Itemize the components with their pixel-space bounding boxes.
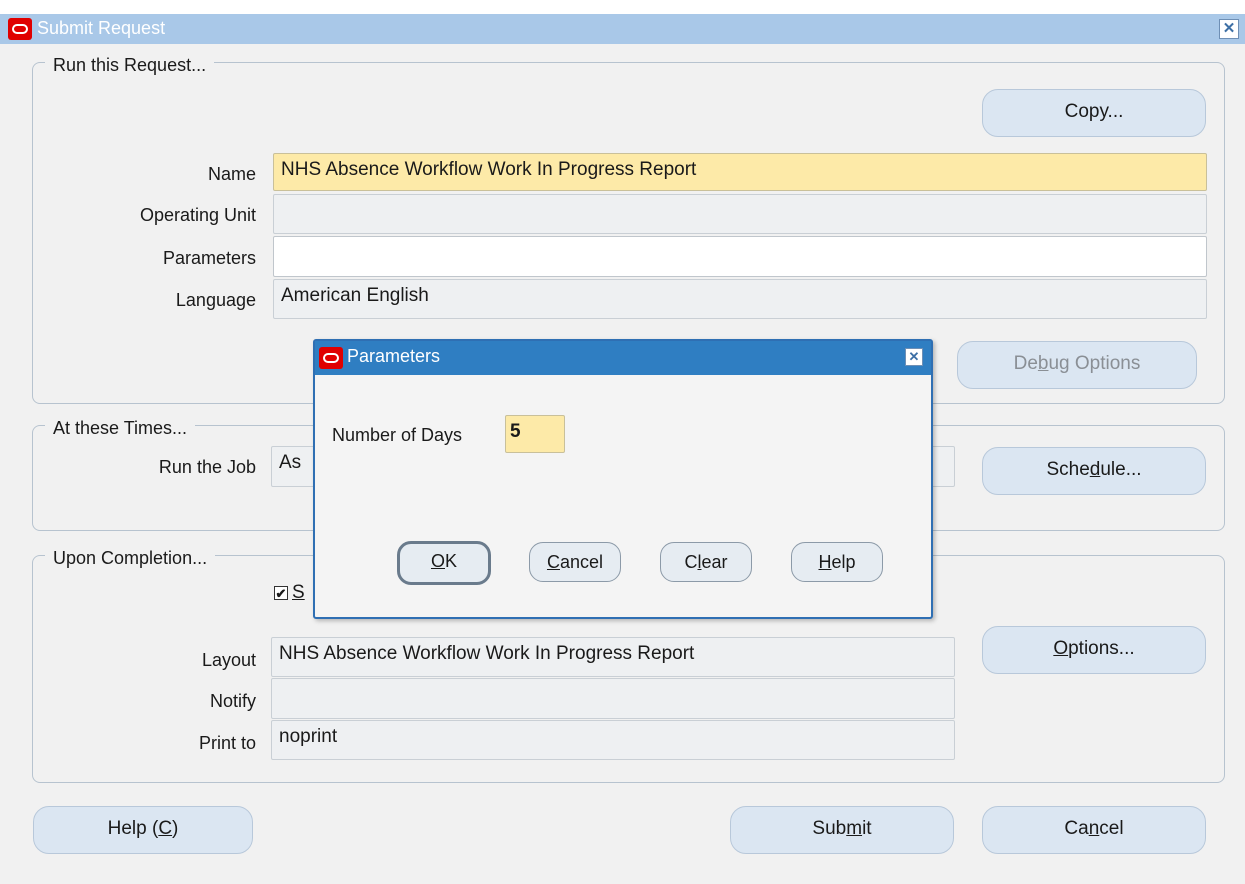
language-field[interactable]: American English xyxy=(273,279,1207,319)
clear-button[interactable]: Clear xyxy=(660,542,752,582)
completion-legend: Upon Completion... xyxy=(45,548,216,569)
parameters-label: Parameters xyxy=(162,248,256,268)
layout-field[interactable]: NHS Absence Workflow Work In Progress Re… xyxy=(271,637,955,677)
submit-button[interactable]: Submit xyxy=(730,806,954,854)
layout-label: Layout xyxy=(201,650,256,670)
notify-label: Notify xyxy=(209,691,256,711)
parameters-field[interactable] xyxy=(273,236,1207,277)
cancel-button[interactable]: Cancel xyxy=(982,806,1206,854)
window-titlebar: Submit Request ✕ xyxy=(0,14,1245,44)
print-to-field[interactable]: noprint xyxy=(271,720,955,760)
dialog-titlebar: Parameters ✕ xyxy=(315,341,931,375)
operating-unit-field[interactable] xyxy=(273,194,1207,234)
operating-unit-label: Operating Unit xyxy=(139,205,256,225)
ok-button[interactable]: OK xyxy=(397,541,491,585)
run-job-label: Run the Job xyxy=(158,457,256,477)
name-label: Name xyxy=(207,164,256,184)
options-button[interactable]: Options... xyxy=(982,626,1206,674)
dialog-cancel-button[interactable]: Cancel xyxy=(529,542,621,582)
close-icon[interactable]: ✕ xyxy=(905,348,923,366)
times-legend: At these Times... xyxy=(45,418,196,439)
close-icon[interactable]: ✕ xyxy=(1219,19,1239,39)
oracle-logo-icon xyxy=(8,18,32,40)
dialog-title: Parameters xyxy=(347,346,441,366)
dialog-help-button[interactable]: Help xyxy=(791,542,883,582)
copy-button[interactable]: Copy... xyxy=(982,89,1206,137)
run-request-legend: Run this Request... xyxy=(45,55,215,76)
checkbox-icon[interactable]: ✔ xyxy=(274,586,288,600)
parameters-dialog: Parameters ✕ Number of Days 5 OK Cancel … xyxy=(313,339,933,619)
window-title: Submit Request xyxy=(37,18,166,38)
days-label: Number of Days xyxy=(332,425,463,445)
notify-field[interactable] xyxy=(271,678,955,719)
name-field[interactable]: NHS Absence Workflow Work In Progress Re… xyxy=(273,153,1207,191)
days-field[interactable]: 5 xyxy=(505,415,565,453)
oracle-logo-icon xyxy=(319,347,343,369)
save-output-label: S xyxy=(292,582,305,603)
print-to-label: Print to xyxy=(198,733,256,753)
language-label: Language xyxy=(175,290,256,310)
help-button[interactable]: Help (C) xyxy=(33,806,253,854)
schedule-button[interactable]: Schedule... xyxy=(982,447,1206,495)
debug-options-button[interactable]: Debug Options xyxy=(957,341,1197,389)
